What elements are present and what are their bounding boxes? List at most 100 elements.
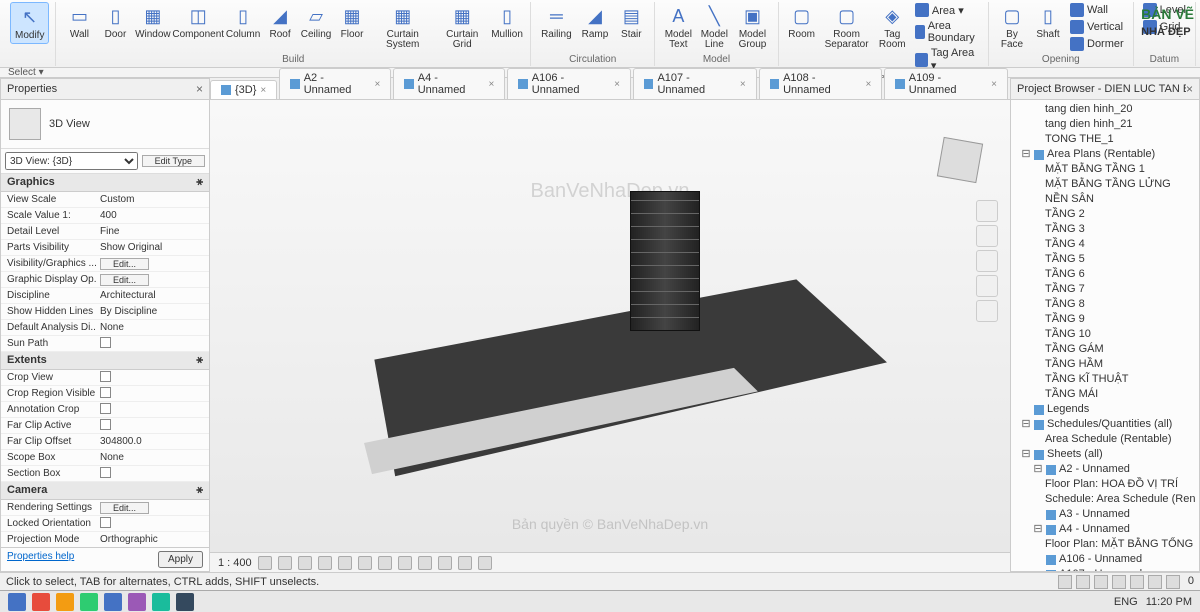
prop-row[interactable]: Default Analysis Di...None xyxy=(1,320,209,336)
room-separator-button[interactable]: ▢Room Separator xyxy=(821,2,873,52)
tree-item[interactable]: Floor Plan: MẶT BẰNG TỔNG xyxy=(1013,537,1197,552)
tree-item[interactable]: ⊟A4 - Unnamed xyxy=(1013,522,1197,537)
mullion-button[interactable]: ▯Mullion xyxy=(490,2,524,42)
close-icon[interactable]: × xyxy=(1186,82,1193,96)
tree-item[interactable]: ⊟A2 - Unnamed xyxy=(1013,462,1197,477)
prop-row[interactable]: Parts VisibilityShow Original xyxy=(1,240,209,256)
tab-close-icon[interactable]: × xyxy=(260,85,266,96)
close-icon[interactable]: × xyxy=(196,82,203,96)
prop-row[interactable]: Rendering SettingsEdit... xyxy=(1,500,209,516)
model-group-button[interactable]: ▣Model Group xyxy=(733,2,771,52)
checkbox[interactable] xyxy=(100,419,111,430)
checkbox[interactable] xyxy=(100,371,111,382)
tree-item[interactable]: A107 - Unnamed xyxy=(1013,567,1197,571)
roof-button[interactable]: ◢Roof xyxy=(263,2,297,42)
expand-icon[interactable]: ⊟ xyxy=(1021,448,1031,461)
tree-item[interactable]: TẦNG KĨ THUẬT xyxy=(1013,372,1197,387)
prop-section-camera[interactable]: Camera⚹ xyxy=(1,482,209,500)
properties-help-link[interactable]: Properties help xyxy=(7,551,74,568)
tree-item[interactable]: MẶT BẰNG TẦNG 1 xyxy=(1013,162,1197,177)
room-button[interactable]: ▢Room xyxy=(785,2,819,42)
area-boundary-button[interactable]: Area Boundary xyxy=(912,19,982,45)
tree-item[interactable]: Area Schedule (Rentable) xyxy=(1013,432,1197,447)
tree-item[interactable]: TẦNG 9 xyxy=(1013,312,1197,327)
prop-row[interactable]: Sun Path xyxy=(1,336,209,352)
tree-item[interactable]: ⊟Schedules/Quantities (all) xyxy=(1013,417,1197,432)
viewport-3d[interactable]: BanVeNhaDep.vn Bản quyền © BanVeNhaDep.v… xyxy=(210,100,1010,552)
view-tab[interactable]: A106 - Unnamed× xyxy=(507,68,631,99)
ceiling-button[interactable]: ▱Ceiling xyxy=(299,2,333,42)
tree-item[interactable]: NỀN SÂN xyxy=(1013,192,1197,207)
floor-button[interactable]: ▦Floor xyxy=(335,2,369,42)
shaft-button[interactable]: ▯Shaft xyxy=(1031,2,1065,42)
prop-row[interactable]: DisciplineArchitectural xyxy=(1,288,209,304)
tree-item[interactable]: TẦNG 6 xyxy=(1013,267,1197,282)
tree-item[interactable]: ⊟Sheets (all) xyxy=(1013,447,1197,462)
vertical-button[interactable]: Vertical xyxy=(1067,19,1127,35)
prop-row[interactable]: Crop Region Visible xyxy=(1,386,209,402)
prop-row[interactable]: Visibility/Graphics ...Edit... xyxy=(1,256,209,272)
clock[interactable]: 11:20 PM xyxy=(1146,596,1192,608)
prop-row[interactable]: Scope BoxNone xyxy=(1,450,209,466)
prop-row[interactable]: Annotation Crop xyxy=(1,402,209,418)
area-button[interactable]: Area ▾ xyxy=(912,2,982,18)
view-tab[interactable]: A108 - Unnamed× xyxy=(759,68,883,99)
expand-icon[interactable]: ⊟ xyxy=(1033,463,1043,476)
app-icon[interactable] xyxy=(8,593,26,611)
prop-row[interactable]: Detail LevelFine xyxy=(1,224,209,240)
tree-item[interactable]: TẦNG HẦM xyxy=(1013,357,1197,372)
tab-close-icon[interactable]: × xyxy=(489,79,495,90)
tree-item[interactable]: TẦNG 5 xyxy=(1013,252,1197,267)
prop-row[interactable]: Locked Orientation xyxy=(1,516,209,532)
view-tab[interactable]: A4 - Unnamed× xyxy=(393,68,505,99)
expand-icon[interactable]: ⊟ xyxy=(1021,148,1031,161)
checkbox[interactable] xyxy=(100,403,111,414)
prop-row[interactable]: Scale Value 1:400 xyxy=(1,208,209,224)
view-cube[interactable] xyxy=(937,137,983,183)
tab-close-icon[interactable]: × xyxy=(865,79,871,90)
view-control-icon[interactable] xyxy=(258,556,272,570)
tree-item[interactable]: TẦNG 4 xyxy=(1013,237,1197,252)
window-button[interactable]: ▦Window xyxy=(134,2,171,42)
tag-room-button[interactable]: ◈Tag Room xyxy=(875,2,910,52)
wall-button[interactable]: ▭Wall xyxy=(62,2,96,42)
prop-row[interactable]: Far Clip Active xyxy=(1,418,209,434)
view-tab[interactable]: {3D}× xyxy=(210,80,277,99)
prop-row[interactable]: Section Box xyxy=(1,466,209,482)
tree-item[interactable]: TẦNG 7 xyxy=(1013,282,1197,297)
tree-item[interactable]: TẦNG MÁI xyxy=(1013,387,1197,402)
prop-section-extents[interactable]: Extents⚹ xyxy=(1,352,209,370)
language-indicator[interactable]: ENG xyxy=(1114,596,1138,608)
checkbox[interactable] xyxy=(100,387,111,398)
apply-button[interactable]: Apply xyxy=(158,551,203,568)
edit-button[interactable]: Edit... xyxy=(100,258,149,270)
tree-item[interactable]: Schedule: Area Schedule (Ren xyxy=(1013,492,1197,507)
checkbox[interactable] xyxy=(100,517,111,528)
model-line-button[interactable]: ╲Model Line xyxy=(697,2,731,52)
door-button[interactable]: ▯Door xyxy=(98,2,132,42)
railing-button[interactable]: ═Railing xyxy=(537,2,576,42)
prop-section-graphics[interactable]: Graphics⚹ xyxy=(1,174,209,192)
tree-item[interactable]: MẶT BẰNG TẦNG LỬNG xyxy=(1013,177,1197,192)
view-tab[interactable]: A107 - Unnamed× xyxy=(633,68,757,99)
tree-item[interactable]: ⊟Area Plans (Rentable) xyxy=(1013,147,1197,162)
edit-button[interactable]: Edit... xyxy=(100,274,149,286)
prop-row[interactable]: View ScaleCustom xyxy=(1,192,209,208)
tree-item[interactable]: TẦNG 8 xyxy=(1013,297,1197,312)
tree-item[interactable]: TONG THE_1 xyxy=(1013,132,1197,147)
modify-button[interactable]: ↖Modify xyxy=(10,2,49,44)
curtain-grid-button[interactable]: ▦Curtain Grid xyxy=(436,2,488,52)
component-button[interactable]: ◫Component xyxy=(173,2,223,42)
tree-item[interactable]: A3 - Unnamed xyxy=(1013,507,1197,522)
view-tab[interactable]: A2 - Unnamed× xyxy=(279,68,391,99)
stair-button[interactable]: ▤Stair xyxy=(614,2,648,42)
tree-item[interactable]: tang dien hinh_20 xyxy=(1013,102,1197,117)
tree-item[interactable]: TẦNG 2 xyxy=(1013,207,1197,222)
tree-item[interactable]: tang dien hinh_21 xyxy=(1013,117,1197,132)
view-selector[interactable]: 3D View: {3D} xyxy=(5,152,138,170)
tab-close-icon[interactable]: × xyxy=(740,79,746,90)
tree-item[interactable]: TẦNG 10 xyxy=(1013,327,1197,342)
prop-row[interactable]: Far Clip Offset304800.0 xyxy=(1,434,209,450)
column-button[interactable]: ▯Column xyxy=(225,2,261,42)
tree-item[interactable]: TẦNG GÁM xyxy=(1013,342,1197,357)
